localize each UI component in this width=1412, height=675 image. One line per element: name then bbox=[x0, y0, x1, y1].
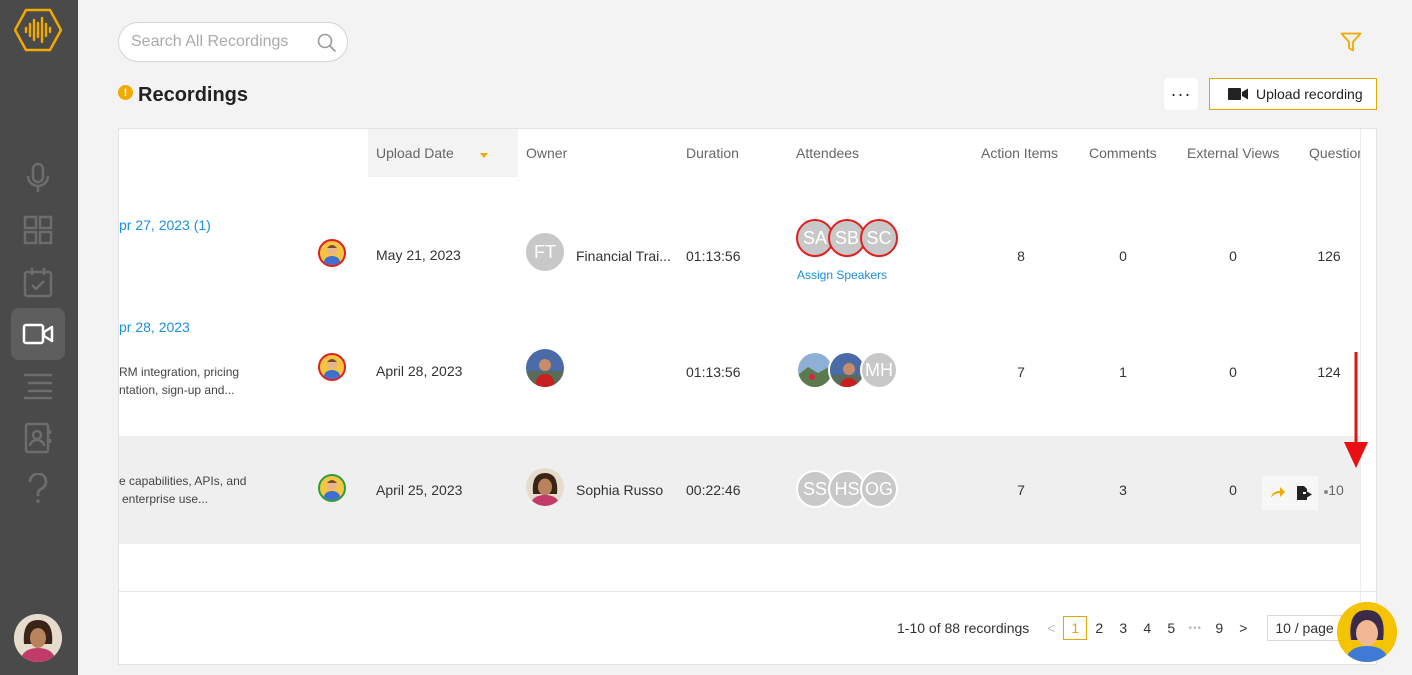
search-box bbox=[118, 22, 348, 62]
sidebar-item-help[interactable] bbox=[11, 462, 65, 514]
owner-avatar bbox=[526, 349, 564, 387]
filter-icon[interactable] bbox=[1340, 32, 1362, 52]
attendee-avatar[interactable]: SC bbox=[860, 219, 898, 257]
contacts-icon bbox=[24, 422, 52, 454]
table-row[interactable]: pr 27, 2023 (1) May 21, 2023 FT Financia… bbox=[119, 197, 1360, 313]
upload-date: May 21, 2023 bbox=[376, 247, 461, 263]
page-button[interactable]: 9 bbox=[1207, 616, 1231, 640]
more-dot-icon[interactable] bbox=[1324, 490, 1328, 494]
description-line: e capabilities, APIs, and bbox=[119, 474, 247, 488]
page-size-select[interactable]: 10 / page bbox=[1267, 615, 1342, 641]
questions-count: 126 bbox=[1317, 248, 1341, 264]
duration: 00:22:46 bbox=[686, 482, 741, 498]
user-avatar[interactable] bbox=[14, 614, 62, 662]
list-icon bbox=[24, 373, 52, 400]
page-button[interactable]: 5 bbox=[1159, 616, 1183, 640]
export-icon[interactable] bbox=[1296, 485, 1312, 501]
upload-date: April 25, 2023 bbox=[376, 482, 463, 498]
external-views-count: 0 bbox=[1229, 482, 1237, 498]
search-icon[interactable] bbox=[317, 33, 337, 53]
more-pages-button[interactable]: ••• bbox=[1183, 616, 1207, 640]
comments-count: 0 bbox=[1119, 248, 1127, 264]
external-views-count: 0 bbox=[1229, 248, 1237, 264]
attendee-avatar[interactable]: MH bbox=[860, 351, 898, 389]
sidebar-item-meetings[interactable] bbox=[11, 256, 65, 308]
assign-speakers-link[interactable]: Assign Speakers bbox=[797, 268, 887, 282]
calendar-check-icon bbox=[23, 268, 53, 298]
pagination-summary: 1-10 of 88 recordings bbox=[897, 620, 1030, 636]
recording-description: RM integration, pricing ntation, sign-up… bbox=[119, 363, 239, 399]
column-header-attendees[interactable]: Attendees bbox=[796, 129, 859, 177]
description-line: enterprise use... bbox=[122, 492, 209, 506]
video-camera-icon bbox=[1228, 88, 1248, 100]
pagination: 1-10 of 88 recordings < 1 2 3 4 5 ••• 9 … bbox=[897, 615, 1342, 641]
column-header-external-views[interactable]: External Views bbox=[1187, 129, 1279, 177]
upload-recording-label: Upload recording bbox=[1256, 86, 1363, 102]
warning-icon[interactable]: ! bbox=[118, 85, 133, 100]
column-header-upload-date[interactable]: Upload Date bbox=[368, 129, 518, 177]
table-row[interactable]: pr 28, 2023 RM integration, pricing ntat… bbox=[119, 313, 1360, 435]
main-area: ! Recordings ··· Upload recording Upload… bbox=[78, 0, 1412, 675]
status-avatar bbox=[318, 474, 346, 502]
column-header-duration[interactable]: Duration bbox=[686, 129, 739, 177]
assistant-avatar[interactable] bbox=[1337, 602, 1397, 662]
column-header-owner[interactable]: Owner bbox=[526, 129, 567, 177]
prev-page-button[interactable]: < bbox=[1039, 616, 1063, 640]
grid-icon bbox=[23, 215, 53, 245]
page-button[interactable]: 2 bbox=[1087, 616, 1111, 640]
owner-avatar: FT bbox=[526, 233, 564, 271]
action-items-count: 7 bbox=[1017, 364, 1025, 380]
duration: 01:13:56 bbox=[686, 364, 741, 380]
owner-name: Sophia Russo bbox=[576, 482, 664, 498]
comments-count: 3 bbox=[1119, 482, 1127, 498]
upload-recording-button[interactable]: Upload recording bbox=[1209, 78, 1377, 110]
sidebar-item-dashboard[interactable] bbox=[11, 204, 65, 256]
status-avatar bbox=[318, 239, 346, 267]
action-items-count: 8 bbox=[1017, 248, 1025, 264]
page-button[interactable]: 1 bbox=[1063, 616, 1088, 640]
more-options-button[interactable]: ··· bbox=[1164, 78, 1198, 110]
page-title-row: ! Recordings bbox=[118, 84, 248, 107]
comments-count: 1 bbox=[1119, 364, 1127, 380]
page-button[interactable]: 3 bbox=[1111, 616, 1135, 640]
duration: 01:13:56 bbox=[686, 248, 741, 264]
attendee-avatar[interactable]: OG bbox=[860, 470, 898, 508]
logo-icon[interactable] bbox=[14, 8, 62, 52]
owner-avatar bbox=[526, 468, 564, 506]
sidebar bbox=[0, 0, 78, 675]
page-button[interactable]: 4 bbox=[1135, 616, 1159, 640]
external-views-count: 0 bbox=[1229, 364, 1237, 380]
sidebar-item-recordings[interactable] bbox=[11, 308, 65, 360]
video-icon bbox=[22, 323, 54, 345]
owner-name: Financial Trai... bbox=[576, 248, 671, 264]
next-page-button[interactable]: > bbox=[1231, 616, 1255, 640]
action-items-count: 7 bbox=[1017, 482, 1025, 498]
sidebar-item-record[interactable] bbox=[11, 152, 65, 204]
row-actions bbox=[1262, 476, 1318, 510]
search-input[interactable] bbox=[131, 32, 311, 52]
annotation-arrow-icon bbox=[1344, 352, 1368, 468]
column-label-upload-date: Upload Date bbox=[376, 145, 454, 161]
table-footer-divider bbox=[119, 591, 1376, 592]
page-title: Recordings bbox=[138, 84, 249, 106]
description-line: ntation, sign-up and... bbox=[119, 383, 235, 397]
description-line: RM integration, pricing bbox=[119, 365, 240, 379]
column-header-action-items[interactable]: Action Items bbox=[981, 129, 1058, 177]
recordings-table: Upload Date Owner Duration Attendees Act… bbox=[118, 128, 1377, 665]
sidebar-item-library[interactable] bbox=[11, 360, 65, 412]
column-header-comments[interactable]: Comments bbox=[1089, 129, 1157, 177]
sidebar-item-contacts[interactable] bbox=[11, 412, 65, 464]
upload-date: April 28, 2023 bbox=[376, 363, 463, 379]
share-icon[interactable] bbox=[1270, 485, 1286, 499]
recording-title-link[interactable]: pr 27, 2023 (1) bbox=[119, 217, 211, 233]
status-avatar bbox=[318, 353, 346, 381]
sort-desc-icon bbox=[480, 153, 488, 158]
table-row[interactable]: e capabilities, APIs, and enterprise use… bbox=[119, 436, 1360, 544]
help-icon bbox=[28, 473, 48, 503]
microphone-icon bbox=[26, 162, 50, 192]
recording-title-link[interactable]: pr 28, 2023 bbox=[119, 319, 190, 335]
recording-description: e capabilities, APIs, and enterprise use… bbox=[119, 472, 246, 508]
